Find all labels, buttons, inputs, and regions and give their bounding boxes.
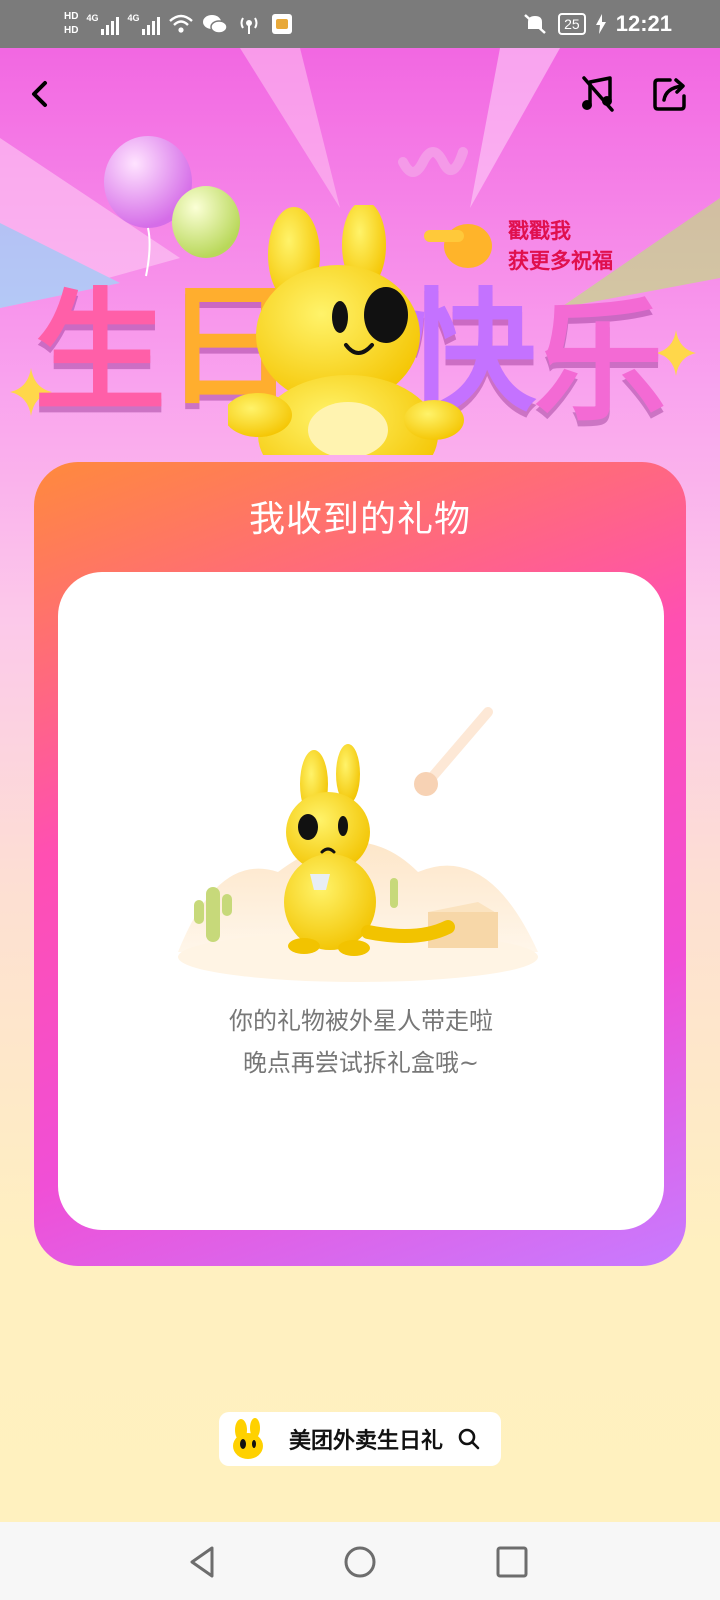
gift-list-panel: 你的礼物被外星人带走啦 晚点再尝试拆礼盒哦~ bbox=[58, 572, 664, 1230]
empty-message-line-1: 你的礼物被外星人带走啦 bbox=[229, 1007, 493, 1035]
back-button[interactable] bbox=[16, 70, 64, 118]
hd-label-2: HD bbox=[64, 25, 79, 36]
charging-icon bbox=[595, 14, 606, 34]
hd-indicators: HD HD bbox=[64, 10, 78, 38]
share-button[interactable] bbox=[646, 70, 694, 118]
hero-char-1: 生 bbox=[34, 276, 166, 430]
empty-message-line-2: 晚点再尝试拆礼盒哦~ bbox=[242, 1049, 480, 1077]
nav-home-icon[interactable] bbox=[338, 1540, 382, 1584]
network-type-2: 4G bbox=[127, 13, 140, 23]
wifi-icon bbox=[169, 14, 194, 33]
back-arrow-icon bbox=[32, 81, 47, 107]
brand-search-chip[interactable]: 美团外卖生日礼 bbox=[219, 1412, 501, 1466]
squiggle-decoration bbox=[398, 147, 468, 177]
tap-for-blessings-tip[interactable]: 戳戳我 获更多祝福 bbox=[508, 216, 613, 276]
signal-icon-1: 4G bbox=[86, 13, 120, 35]
signal-icon-2: 4G bbox=[127, 13, 161, 35]
status-bar: HD HD 4G 4G 25 12:21 bbox=[0, 0, 720, 48]
music-off-icon bbox=[582, 76, 614, 112]
battery-indicator: 25 bbox=[558, 13, 586, 35]
system-navigation-bar bbox=[0, 1522, 720, 1600]
network-type-1: 4G bbox=[86, 13, 99, 23]
hero-char-4: 乐 bbox=[534, 286, 666, 440]
share-icon bbox=[653, 78, 686, 111]
birthday-page: HD HD 4G 4G 25 12:21 生 日 快 乐 戳戳我 获更多祝福 我… bbox=[0, 0, 720, 1600]
received-gifts-card: 我收到的礼物 你的礼物被外星人带走啦 晚点再尝试拆礼盒哦~ bbox=[34, 462, 686, 1266]
wechat-icon bbox=[203, 15, 229, 34]
brand-mascot-logo bbox=[233, 1418, 263, 1459]
music-toggle-button[interactable] bbox=[574, 70, 622, 118]
nav-recents-icon[interactable] bbox=[490, 1540, 534, 1584]
mute-bell-icon bbox=[524, 14, 546, 34]
brand-label: 美团外卖生日礼 bbox=[289, 1429, 444, 1454]
hd-label-1: HD bbox=[64, 11, 79, 22]
card-title: 我收到的礼物 bbox=[248, 499, 471, 540]
empty-state-illustration bbox=[178, 707, 538, 982]
clock: 12:21 bbox=[615, 11, 672, 36]
hotspot-icon bbox=[240, 17, 258, 34]
app-notification-icon bbox=[272, 14, 293, 34]
pointing-hand-icon[interactable] bbox=[424, 212, 494, 272]
tip-line-1: 戳戳我 bbox=[508, 219, 571, 243]
tip-line-2: 获更多祝福 bbox=[508, 249, 613, 273]
nav-back-icon[interactable] bbox=[182, 1540, 226, 1584]
search-icon bbox=[458, 1428, 480, 1450]
